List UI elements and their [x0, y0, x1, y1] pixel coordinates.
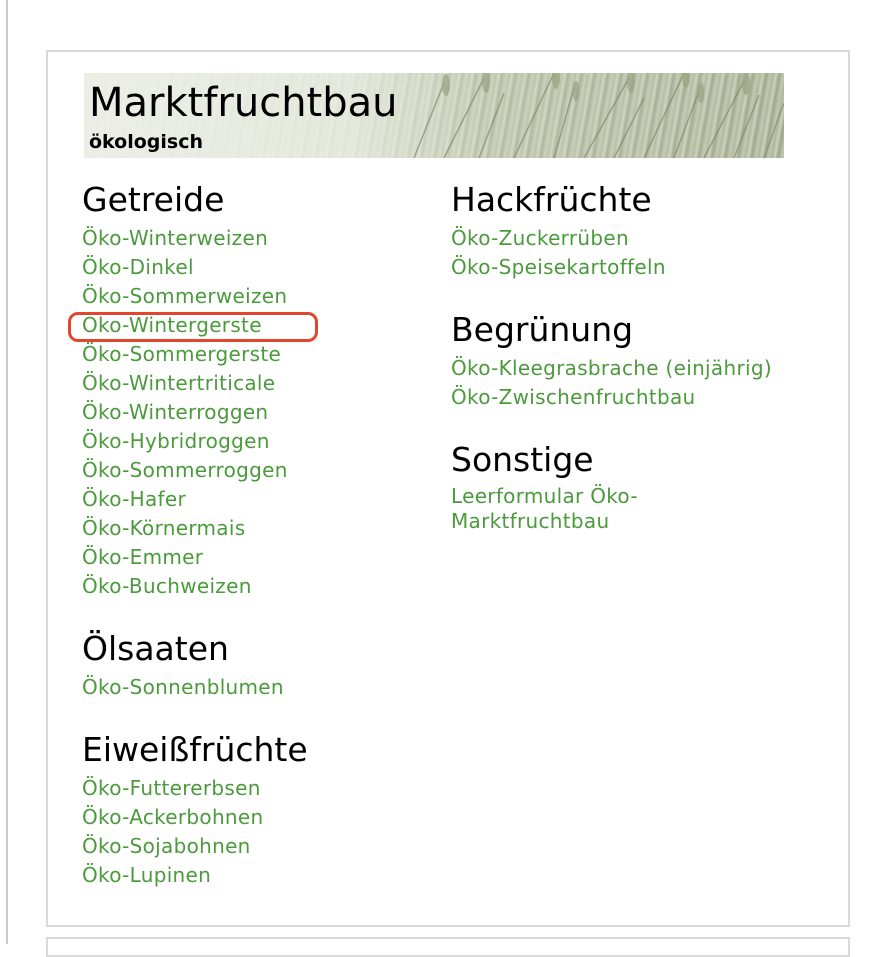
list-item: Öko-Winterweizen	[82, 224, 288, 253]
link-oeko-dinkel[interactable]: Öko-Dinkel	[82, 255, 194, 279]
list-item: Öko-Sonnenblumen	[82, 673, 284, 702]
list-item: Leerformular Öko-Marktfruchtbau	[451, 484, 691, 536]
page-title: Marktfruchtbau	[89, 80, 398, 126]
link-list-eiweissfruechte: Öko-Futtererbsen Öko-Ackerbohnen Öko-Soj…	[82, 774, 308, 890]
link-list-hackfruechte: Öko-Zuckerrüben Öko-Speisekartoffeln	[451, 224, 666, 282]
link-oeko-emmer[interactable]: Öko-Emmer	[82, 545, 203, 569]
section-eiweissfruechte: Eiweißfrüchte Öko-Futtererbsen Öko-Acker…	[82, 730, 308, 890]
list-item: Öko-Zuckerrüben	[451, 224, 666, 253]
link-oeko-sonnenblumen[interactable]: Öko-Sonnenblumen	[82, 675, 284, 699]
link-oeko-sojabohnen[interactable]: Öko-Sojabohnen	[82, 834, 251, 858]
link-oeko-wintertriticale[interactable]: Öko-Wintertriticale	[82, 371, 275, 395]
list-item: Öko-Winterroggen	[82, 398, 288, 427]
link-list-oelsaaten: Öko-Sonnenblumen	[82, 673, 284, 702]
link-oeko-kleegrasbrache[interactable]: Öko-Kleegrasbrache (einjährig)	[451, 356, 772, 380]
header-banner: Marktfruchtbau ökologisch	[84, 73, 784, 158]
section-begruenung: Begrünung Öko-Kleegrasbrache (einjährig)…	[451, 310, 772, 412]
link-oeko-winterweizen[interactable]: Öko-Winterweizen	[82, 226, 268, 250]
list-item: Öko-Buchweizen	[82, 572, 288, 601]
link-oeko-sommergerste[interactable]: Öko-Sommergerste	[82, 342, 281, 366]
section-heading-eiweissfruechte: Eiweißfrüchte	[82, 730, 308, 769]
list-item: Öko-Hybridroggen	[82, 427, 288, 456]
link-oeko-buchweizen[interactable]: Öko-Buchweizen	[82, 574, 252, 598]
page-subtitle: ökologisch	[89, 131, 204, 153]
list-item: Öko-Sommerroggen	[82, 456, 288, 485]
link-oeko-sommerweizen[interactable]: Öko-Sommerweizen	[82, 284, 287, 308]
list-item: Öko-Lupinen	[82, 861, 308, 890]
section-hackfruechte: Hackfrüchte Öko-Zuckerrüben Öko-Speiseka…	[451, 180, 666, 282]
section-getreide: Getreide Öko-Winterweizen Öko-Dinkel Öko…	[82, 180, 288, 601]
left-border	[0, 0, 8, 944]
link-list-sonstige: Leerformular Öko-Marktfruchtbau	[451, 484, 691, 536]
link-oeko-winterroggen[interactable]: Öko-Winterroggen	[82, 400, 268, 424]
list-item: Öko-Körnermais	[82, 514, 288, 543]
list-item: Öko-Dinkel	[82, 253, 288, 282]
list-item: Öko-Kleegrasbrache (einjährig)	[451, 354, 772, 383]
section-heading-oelsaaten: Ölsaaten	[82, 629, 229, 668]
section-sonstige: Sonstige Leerformular Öko-Marktfruchtbau	[451, 440, 691, 536]
list-item: Öko-Sommergerste	[82, 340, 288, 369]
list-item: Öko-Zwischenfruchtbau	[451, 383, 772, 412]
link-oeko-wintergerste[interactable]: Öko-Wintergerste	[82, 313, 262, 337]
link-oeko-hafer[interactable]: Öko-Hafer	[82, 487, 186, 511]
list-item: Öko-Wintergerste	[82, 311, 288, 340]
list-item: Öko-Ackerbohnen	[82, 803, 308, 832]
link-oeko-hybridroggen[interactable]: Öko-Hybridroggen	[82, 429, 270, 453]
section-heading-sonstige: Sonstige	[451, 440, 594, 479]
section-heading-getreide: Getreide	[82, 180, 225, 219]
list-item: Öko-Speisekartoffeln	[451, 253, 666, 282]
link-oeko-speisekartoffeln[interactable]: Öko-Speisekartoffeln	[451, 255, 666, 279]
list-item: Öko-Futtererbsen	[82, 774, 308, 803]
list-item: Öko-Sojabohnen	[82, 832, 308, 861]
section-heading-begruenung: Begrünung	[451, 310, 634, 349]
link-list-getreide: Öko-Winterweizen Öko-Dinkel Öko-Sommerwe…	[82, 224, 288, 601]
section-oelsaaten: Ölsaaten Öko-Sonnenblumen	[82, 629, 284, 702]
link-oeko-zwischenfruchtbau[interactable]: Öko-Zwischenfruchtbau	[451, 385, 696, 409]
link-oeko-ackerbohnen[interactable]: Öko-Ackerbohnen	[82, 805, 263, 829]
next-panel-edge	[46, 937, 850, 957]
link-oeko-futtererbsen[interactable]: Öko-Futtererbsen	[82, 776, 261, 800]
section-heading-hackfruechte: Hackfrüchte	[451, 180, 652, 219]
list-item: Öko-Hafer	[82, 485, 288, 514]
link-oeko-koernermais[interactable]: Öko-Körnermais	[82, 516, 245, 540]
list-item: Öko-Emmer	[82, 543, 288, 572]
link-oeko-zuckerrueben[interactable]: Öko-Zuckerrüben	[451, 226, 629, 250]
list-item: Öko-Sommerweizen	[82, 282, 288, 311]
list-item: Öko-Wintertriticale	[82, 369, 288, 398]
link-list-begruenung: Öko-Kleegrasbrache (einjährig) Öko-Zwisc…	[451, 354, 772, 412]
link-oeko-lupinen[interactable]: Öko-Lupinen	[82, 863, 211, 887]
link-oeko-sommerroggen[interactable]: Öko-Sommerroggen	[82, 458, 288, 482]
link-leerformular-oeko-marktfruchtbau[interactable]: Leerformular Öko-Marktfruchtbau	[451, 484, 691, 534]
